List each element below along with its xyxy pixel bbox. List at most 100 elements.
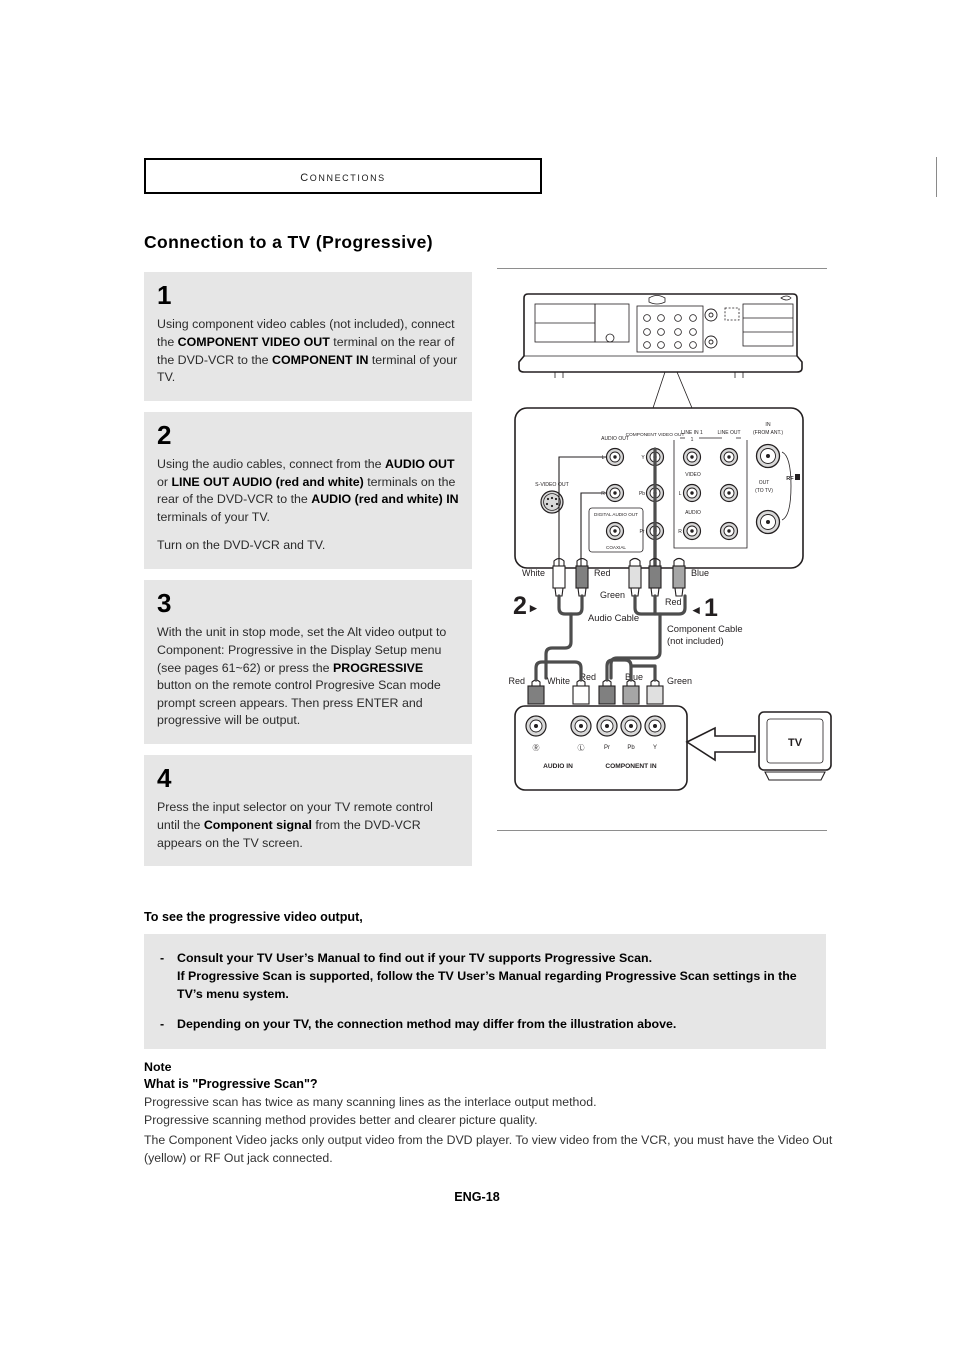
plug-red-component-label: Red	[665, 597, 682, 607]
tv-plug-blue: Blue	[622, 672, 643, 705]
ant-out-label: OUT	[759, 480, 770, 486]
callout-text: Consult your TV User’s Manual to find ou…	[177, 951, 797, 1002]
callout-text: Depending on your TV, the connection met…	[177, 1017, 677, 1032]
s-video-out-jack: S-VIDEO OUT	[535, 482, 570, 514]
plug-row-dvd: White Red Green Red Blue	[522, 557, 709, 607]
tv-plug-red-audio-label: Red	[508, 676, 525, 686]
ant-in-label: IN	[765, 422, 770, 428]
plug-blue-label: Blue	[691, 568, 709, 578]
component-cable-label-1: Component Cable	[667, 623, 743, 634]
page-footer: ENG-18	[454, 1190, 500, 1204]
tv-audio-in-label: AUDIO IN	[543, 763, 573, 770]
plug-white-label: White	[522, 568, 545, 578]
component-pb-label: Pb	[639, 491, 645, 497]
line-in-out-jacks: LINE IN 1 1 LINE OUT VIDEO AUDIO L R	[673, 430, 748, 549]
component-pr-label: Pr	[640, 529, 645, 535]
audio-cable-loop	[557, 594, 584, 616]
note-paragraph-3: The Component Video jacks only output vi…	[144, 1133, 833, 1165]
tv-jack-l-label: Ⓛ	[578, 744, 585, 752]
tv-plug-green-label: Green	[667, 676, 692, 686]
tv-screen-label: TV	[788, 737, 803, 749]
diagram-rule-top	[497, 268, 827, 269]
callout-item: - Consult your TV User’s Manual to find …	[160, 949, 810, 1003]
component-y-label: Y	[641, 455, 645, 461]
digital-audio-out: DIGITAL AUDIO OUT COAXIAL	[588, 507, 644, 553]
svideo-out-label: S-VIDEO OUT	[535, 482, 570, 488]
step-number: 1	[157, 280, 172, 310]
line-out-label: LINE OUT	[717, 430, 740, 436]
callout-dash: -	[160, 951, 165, 965]
note-paragraph-1: Progressive scan has twice as many scann…	[144, 1095, 597, 1109]
tv-plug-red-audio: Red	[508, 676, 545, 705]
connection-diagram: .ln { fill:none; stroke:#231f20; stroke-…	[497, 280, 837, 825]
rf-antenna-jacks: IN (FROM ANT.) OUT (TO TV) RF	[753, 422, 800, 535]
page-title: Connection to a TV (Progressive)	[144, 232, 433, 252]
note-title: Note	[144, 1060, 172, 1074]
note-block: Note What is "Progressive Scan"? Progres…	[144, 1060, 834, 1167]
callout-2-number: 2	[513, 592, 527, 620]
tv-jack-y-label: Y	[653, 745, 657, 751]
callout-item: - Depending on your TV, the connection m…	[160, 1015, 810, 1033]
video-row-label: VIDEO	[685, 472, 701, 478]
step-block-1: 1 Using component video cables (not incl…	[144, 272, 472, 401]
component-video-out-label-1: COMPONENT VIDEO OUT	[626, 432, 685, 438]
diagram-rule-bottom	[497, 830, 827, 831]
step-block-3: 3 With the unit in stop mode, set the Al…	[144, 580, 472, 745]
step-text: With the unit in stop mode, set the Alt …	[157, 625, 447, 728]
tv-jack-r-label: Ⓡ	[533, 744, 540, 752]
to-see-heading: To see the progressive video output,	[144, 910, 363, 924]
coaxial-label: COAXIAL	[606, 545, 626, 550]
step-number: 3	[157, 588, 172, 619]
step-text: Using the audio cables, connect from the…	[157, 457, 459, 553]
tv-component-in-label: COMPONENT IN	[605, 763, 657, 770]
audio-row-label: AUDIO	[685, 510, 701, 516]
chapter-banner: Connections	[144, 158, 542, 194]
dvd-vcr-rear-chassis	[518, 293, 803, 409]
page-edge-tick	[936, 157, 937, 197]
diagram-callout-2: 2 ▸	[513, 592, 538, 620]
line-in-1-label: LINE IN 1	[681, 430, 703, 436]
callout-box: - Consult your TV User’s Manual to find …	[144, 934, 826, 1050]
audio-cable-label: Audio Cable	[588, 612, 639, 623]
callout-1-arrow: ◂	[692, 602, 700, 617]
ant-in-sub-label: (FROM ANT.)	[753, 430, 783, 436]
note-paragraph-2: Progressive scanning method provides bet…	[144, 1112, 538, 1127]
audio-out-r-label: R	[601, 491, 605, 497]
step-text: Using component video cables (not includ…	[157, 317, 458, 385]
callout-dash: -	[160, 1017, 165, 1032]
svg-text:1: 1	[691, 437, 694, 443]
line-l-label: L	[679, 491, 682, 497]
component-cable-run	[609, 612, 662, 680]
audio-out-l-label: L	[602, 455, 605, 461]
step-text: Press the input selector on your TV remo…	[157, 800, 433, 850]
rear-panel-detail: S-VIDEO OUT AUDIO OUT L R DIGITAL AUDIO …	[514, 407, 804, 570]
diagram-callout-1: ◂ 1	[692, 594, 718, 622]
audio-out-jacks: AUDIO OUT L R	[601, 436, 629, 503]
callout-1-number: 1	[704, 594, 718, 622]
step-block-4: 4 Press the input selector on your TV re…	[144, 755, 472, 867]
tv-jack-pr-label: Pr	[604, 745, 610, 751]
component-cable-label-2: (not included)	[667, 635, 724, 646]
plug-blue: Blue	[672, 557, 709, 597]
plug-red-audio-label: Red	[594, 568, 611, 578]
rf-label: RF	[786, 476, 794, 482]
callout-2-arrow: ▸	[529, 600, 538, 615]
note-subtitle: What is "Progressive Scan"?	[144, 1077, 318, 1091]
plug-green-label: Green	[600, 590, 625, 600]
digital-audio-out-label: DIGITAL AUDIO OUT	[594, 512, 638, 517]
tv-set: TV	[758, 711, 832, 781]
tv-plug-blue-label: Blue	[625, 672, 643, 682]
line-r-label: R	[678, 529, 682, 535]
step-block-2: 2 Using the audio cables, connect from t…	[144, 411, 472, 570]
step-number: 4	[157, 763, 172, 794]
tv-plug-white-label: White	[547, 676, 570, 686]
step-list: 1 Using component video cables (not incl…	[144, 272, 472, 877]
step-number: 2	[157, 419, 172, 450]
plug-green: Green	[600, 557, 642, 600]
ant-out-sub-label: (TO TV)	[755, 488, 773, 494]
audio-cable-run	[544, 612, 573, 680]
tv-audio-in-jacks: Ⓡ Ⓛ AUDIO IN	[525, 715, 592, 770]
tv-jack-pb-label: Pb	[627, 745, 635, 751]
tv-component-in-jacks: Pr Pb Y COMPONENT IN	[596, 715, 666, 770]
chapter-label: Connections	[300, 167, 386, 185]
